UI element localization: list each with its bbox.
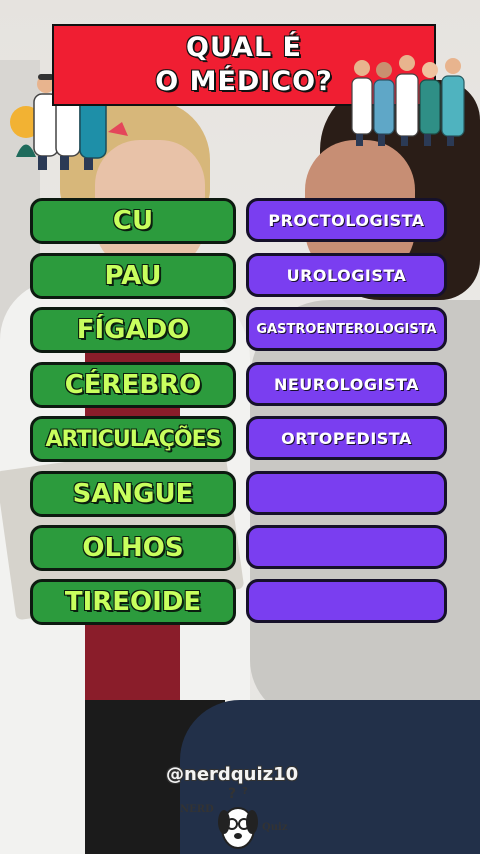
quiz-row: CU PROCTOLOGISTA	[30, 198, 448, 244]
organ-text: SANGUE	[72, 479, 194, 509]
nerd-dog-logo-icon: NERD Quiz ? ?	[180, 786, 288, 849]
answer-box	[246, 525, 447, 569]
medical-team-illustration-icon	[351, 55, 465, 146]
organ-label: CÉREBRO	[30, 362, 236, 408]
quiz-row: SANGUE	[30, 471, 448, 517]
answer-box: UROLOGISTA	[246, 253, 447, 297]
answer-box	[246, 471, 447, 515]
answer-box: NEUROLOGISTA	[246, 362, 447, 406]
answer-text: GASTROENTEROLOGISTA	[256, 321, 437, 337]
organ-text: OLHOS	[82, 533, 184, 563]
logo-text-left: NERD	[180, 804, 214, 815]
quiz-row: OLHOS	[30, 525, 448, 571]
title-line-2: O MÉDICO?	[155, 66, 333, 97]
answer-text: PROCTOLOGISTA	[268, 210, 425, 230]
answer-box: GASTROENTEROLOGISTA	[246, 307, 447, 351]
answer-box: PROCTOLOGISTA	[246, 198, 447, 242]
organ-label: PAU	[30, 253, 236, 299]
organ-label: OLHOS	[30, 525, 236, 571]
organ-label: FÍGADO	[30, 307, 236, 353]
organ-text: CU	[112, 206, 154, 236]
svg-text:?: ?	[228, 786, 236, 802]
quiz-row: PAU UROLOGISTA	[30, 253, 448, 299]
logo-text-right: Quiz	[262, 822, 288, 833]
answer-box: ORTOPEDISTA	[246, 416, 447, 460]
organ-text: FÍGADO	[76, 315, 190, 345]
quiz-row: TIREOIDE	[30, 579, 448, 625]
answer-text: NEUROLOGISTA	[273, 374, 420, 394]
organ-text: CÉREBRO	[64, 370, 202, 400]
quiz-row: FÍGADO GASTROENTEROLOGISTA	[30, 307, 448, 353]
organ-label: CU	[30, 198, 236, 244]
organ-text: TIREOIDE	[64, 587, 202, 617]
svg-text:?: ?	[242, 786, 248, 797]
answer-box	[246, 579, 447, 623]
organ-label: ARTICULAÇÕES	[30, 416, 236, 462]
quiz-row: ARTICULAÇÕES ORTOPEDISTA	[30, 416, 448, 462]
organ-text: ARTICULAÇÕES	[45, 426, 222, 452]
organ-text: PAU	[104, 261, 162, 291]
title-line-1: QUAL É	[186, 32, 302, 63]
organ-label: TIREOIDE	[30, 579, 236, 625]
organ-label: SANGUE	[30, 471, 236, 517]
quiz-row: CÉREBRO NEUROLOGISTA	[30, 362, 448, 408]
answer-text: UROLOGISTA	[286, 265, 407, 285]
answer-text: ORTOPEDISTA	[281, 428, 412, 448]
